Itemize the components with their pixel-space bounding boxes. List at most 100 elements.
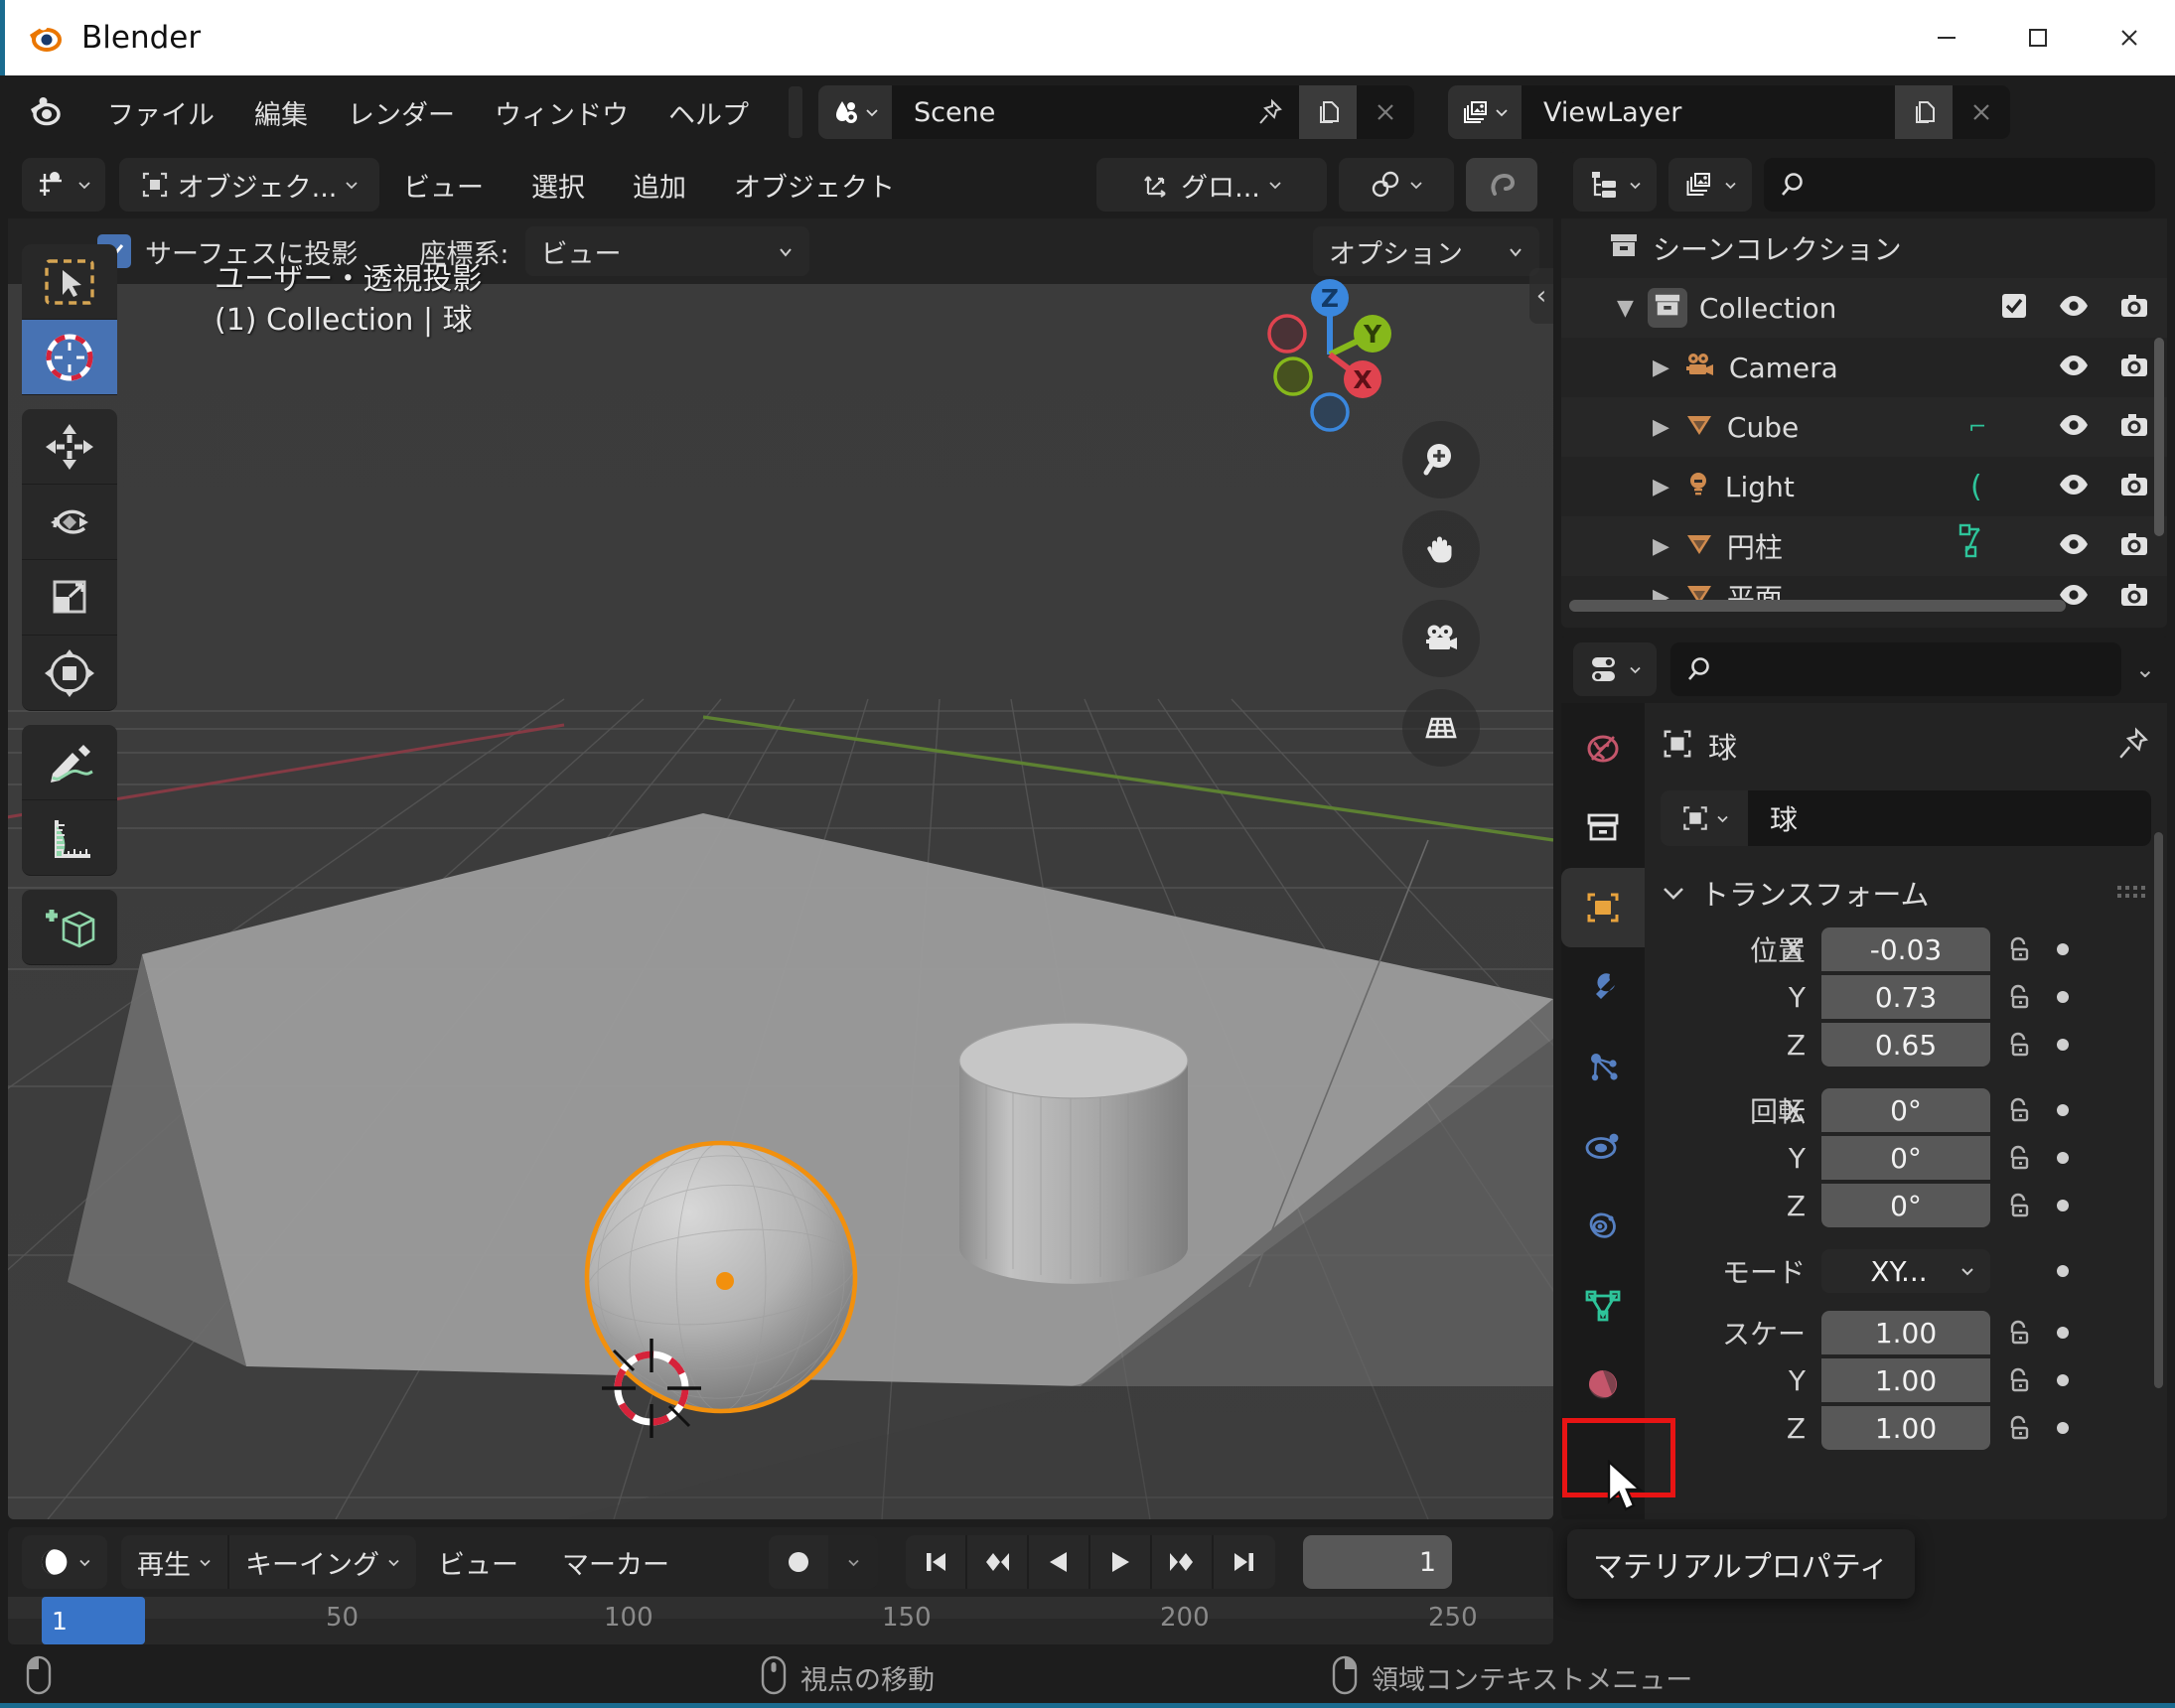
camera-render-icon[interactable] xyxy=(2119,293,2149,323)
outliner-expand-cylinder[interactable]: ▶ xyxy=(1653,534,1669,559)
options-dropdown[interactable]: オプション xyxy=(1313,226,1539,276)
eye-icon[interactable] xyxy=(2058,531,2090,561)
interaction-mode-dropdown[interactable]: オブジェク... xyxy=(119,158,379,212)
outliner-search-input[interactable] xyxy=(1764,158,2155,212)
orientation-dropdown[interactable]: ビュー xyxy=(524,226,809,276)
tool-add-cube[interactable] xyxy=(22,890,117,965)
tab-material-properties[interactable] xyxy=(1561,1345,1645,1424)
remove-scene-x-icon[interactable] xyxy=(1357,85,1414,139)
outliner-vertical-scrollbar[interactable] xyxy=(2154,338,2164,536)
play-icon[interactable] xyxy=(1090,1535,1152,1589)
play-reverse-icon[interactable] xyxy=(1029,1535,1090,1589)
viewport-sidebar-toggle[interactable]: ‹ xyxy=(1529,268,1553,324)
outliner-expand-light[interactable]: ▶ xyxy=(1653,475,1669,499)
outliner-expand-camera[interactable]: ▶ xyxy=(1653,356,1669,380)
scale-y-value[interactable]: 1.00 xyxy=(1821,1358,1990,1402)
rotation-z-value[interactable]: 0° xyxy=(1821,1184,1990,1227)
transform-orientation-dropdown[interactable]: グロ... xyxy=(1096,158,1327,212)
eye-icon[interactable] xyxy=(2058,472,2090,501)
camera-render-icon[interactable] xyxy=(2119,582,2149,612)
location-x-lock-icon[interactable] xyxy=(1990,933,2046,965)
scale-x-value[interactable]: 1.00 xyxy=(1821,1311,1990,1354)
viewport-menu-add[interactable]: 追加 xyxy=(609,166,710,205)
scale-y-animate-dot[interactable] xyxy=(2046,1374,2080,1386)
tool-scale[interactable] xyxy=(22,560,117,636)
location-x-value[interactable]: -0.03 xyxy=(1821,927,1990,971)
outliner-row-cube[interactable]: ▶ Cube ⌐ xyxy=(1561,397,2167,457)
timeline-menu-keying[interactable]: キーイング xyxy=(227,1535,416,1589)
tab-scene-properties[interactable] xyxy=(1561,788,1645,868)
current-frame-field[interactable]: 1 xyxy=(1303,1535,1452,1589)
rotation-z-lock-icon[interactable] xyxy=(1990,1190,2046,1221)
menu-render[interactable]: レンダー xyxy=(328,87,475,138)
scale-z-lock-icon[interactable] xyxy=(1990,1412,2046,1444)
location-z-animate-dot[interactable] xyxy=(2046,1039,2080,1051)
scale-x-lock-icon[interactable] xyxy=(1990,1317,2046,1349)
tool-tweak-select-box[interactable] xyxy=(22,244,117,320)
viewlayer-icon[interactable] xyxy=(1448,85,1522,139)
viewport-menu-select[interactable]: 選択 xyxy=(508,166,609,205)
viewlayer-name[interactable]: ViewLayer xyxy=(1522,97,1895,128)
outliner-row-scene-collection[interactable]: シーンコレクション xyxy=(1561,218,2167,278)
rotation-mode-dropdown[interactable]: XY... xyxy=(1821,1249,1990,1293)
pan-hand-icon[interactable] xyxy=(1402,510,1480,588)
tool-cursor[interactable] xyxy=(22,320,117,395)
viewport-navigation-gizmo[interactable]: Z Y X xyxy=(1245,270,1414,439)
tab-modifier-properties[interactable] xyxy=(1561,947,1645,1027)
tool-move[interactable] xyxy=(22,409,117,485)
rotation-x-value[interactable]: 0° xyxy=(1821,1088,1990,1132)
tab-physics-properties[interactable] xyxy=(1561,1106,1645,1186)
next-keyframe-icon[interactable] xyxy=(1152,1535,1214,1589)
new-viewlayer-copy-icon[interactable] xyxy=(1895,85,1953,139)
scene-icon[interactable] xyxy=(818,85,892,139)
location-y-value[interactable]: 0.73 xyxy=(1821,975,1990,1019)
timeline-hscrollbar[interactable] xyxy=(8,1597,1553,1619)
snap-dropdown-button[interactable] xyxy=(1339,158,1454,212)
properties-vertical-scrollbar[interactable] xyxy=(2154,832,2163,1388)
outliner-expand-collection[interactable]: ▼ xyxy=(1617,296,1634,321)
outliner-row-camera[interactable]: ▶ Camera xyxy=(1561,338,2167,397)
pin-icon[interactable] xyxy=(2117,727,2151,765)
viewport-menu-object[interactable]: オブジェクト xyxy=(710,166,919,205)
scale-z-value[interactable]: 1.00 xyxy=(1821,1406,1990,1450)
scene-selector[interactable]: Scene xyxy=(818,85,1414,139)
menu-edit[interactable]: 編集 xyxy=(234,87,328,138)
timeline-menu-playback[interactable]: 再生 xyxy=(121,1535,227,1589)
scale-y-lock-icon[interactable] xyxy=(1990,1364,2046,1396)
object-datablock-selector[interactable] xyxy=(1661,790,1748,846)
object-name-input[interactable]: 球 xyxy=(1748,790,2151,846)
menu-file[interactable]: ファイル xyxy=(87,87,234,138)
viewport-canvas[interactable] xyxy=(8,284,1553,1519)
prev-keyframe-icon[interactable] xyxy=(967,1535,1029,1589)
location-z-lock-icon[interactable] xyxy=(1990,1029,2046,1061)
scale-z-animate-dot[interactable] xyxy=(2046,1422,2080,1434)
rotation-x-animate-dot[interactable] xyxy=(2046,1104,2080,1116)
timeline-scrubber[interactable]: 1 50 100 150 200 250 xyxy=(8,1597,1553,1644)
proportional-edit-icon[interactable] xyxy=(1466,158,1537,212)
ortho-persp-icon[interactable] xyxy=(1402,689,1480,767)
tab-object-properties[interactable] xyxy=(1561,868,1645,947)
jump-end-icon[interactable] xyxy=(1214,1535,1275,1589)
rotation-y-value[interactable]: 0° xyxy=(1821,1136,1990,1180)
camera-render-icon[interactable] xyxy=(2119,353,2149,382)
outliner-horizontal-scrollbar[interactable] xyxy=(1569,600,2066,612)
properties-header-chevron-icon[interactable]: ⌄ xyxy=(2135,655,2155,683)
tool-measure[interactable] xyxy=(22,800,117,876)
blender-menu-icon[interactable] xyxy=(26,91,66,133)
camera-render-icon[interactable] xyxy=(2119,531,2149,561)
tool-transform[interactable] xyxy=(22,636,117,711)
outliner-editor-type-button[interactable] xyxy=(1573,158,1657,212)
rotation-y-animate-dot[interactable] xyxy=(2046,1152,2080,1164)
eye-icon[interactable] xyxy=(2058,412,2090,442)
outliner-display-mode-button[interactable] xyxy=(1668,158,1752,212)
rotation-x-lock-icon[interactable] xyxy=(1990,1094,2046,1126)
collection-exclude-checkbox[interactable] xyxy=(2000,292,2028,324)
new-scene-copy-icon[interactable] xyxy=(1299,85,1357,139)
scale-x-animate-dot[interactable] xyxy=(2046,1327,2080,1339)
camera-render-icon[interactable] xyxy=(2119,412,2149,442)
viewport-menu-view[interactable]: ビュー xyxy=(379,166,508,205)
window-minimize-button[interactable] xyxy=(1901,0,1992,75)
eye-icon[interactable] xyxy=(2058,353,2090,382)
properties-search-input[interactable] xyxy=(1670,642,2121,696)
timeline-menu-marker[interactable]: マーカー xyxy=(540,1543,691,1582)
